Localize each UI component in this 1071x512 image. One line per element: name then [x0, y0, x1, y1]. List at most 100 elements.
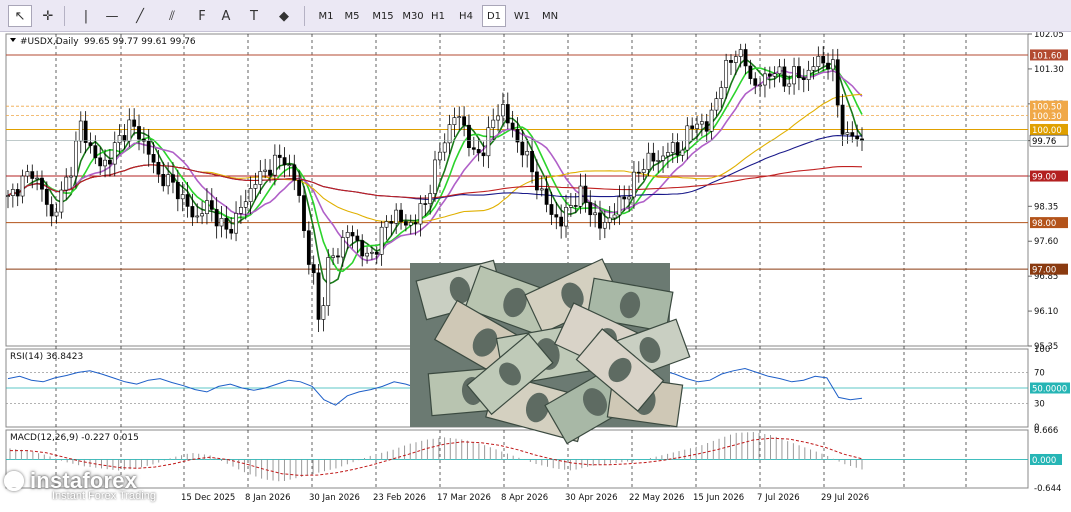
cursor-icon: ↖ — [14, 8, 26, 24]
candle-body — [787, 83, 792, 87]
candle-body — [185, 194, 190, 207]
candle-body — [690, 125, 695, 129]
candle-body — [753, 78, 758, 86]
candle-body — [292, 164, 297, 181]
text-label-tool-button[interactable]: T — [242, 5, 266, 27]
shapes-tool-button[interactable]: ◆ — [272, 5, 296, 27]
candle-body — [69, 175, 73, 178]
toolbar: ↖ ✛ | — ╱ ⫽ F A T ◆ M1 M5 M15 M30 H1 H4 D1 W1 MN — [0, 0, 1071, 32]
candle-body — [20, 175, 25, 197]
candle-body — [578, 185, 583, 207]
candle-body — [234, 213, 238, 234]
level-tag-text: 100.30 — [1032, 112, 1062, 122]
text-tool-button[interactable]: A — [214, 5, 238, 27]
candle-body — [59, 189, 64, 213]
candle-body — [564, 207, 568, 227]
candle-body — [525, 151, 530, 156]
vertical-line-icon: | — [83, 8, 89, 24]
rsi-mid-tag-text: 50.0000 — [1032, 385, 1067, 395]
candle-body — [350, 232, 355, 237]
candle-body — [166, 174, 171, 187]
last-price-text: 99.76 — [1032, 137, 1056, 147]
timeframe-m15-button[interactable]: M15 — [368, 5, 398, 27]
candle-body — [374, 251, 379, 255]
rsi-label: RSI(14) 36.8423 — [10, 352, 83, 362]
macd-label: MACD(12,26,9) -0.227 0.015 — [10, 433, 139, 443]
timeframe-w1-button[interactable]: W1 — [510, 5, 534, 27]
x-tick-label: 17 Mar 2026 — [437, 493, 491, 503]
candle-body — [239, 207, 243, 214]
candle-body — [568, 205, 573, 208]
rsi-y-tick-label: 70 — [1034, 368, 1045, 378]
candle-body — [64, 176, 69, 191]
candle-body — [384, 221, 389, 228]
candle-body — [175, 182, 180, 200]
candle-body — [433, 159, 437, 194]
candle-body — [748, 65, 753, 79]
x-tick-label: 15 Jun 2026 — [693, 493, 744, 503]
macd-panel-frame — [5, 429, 1029, 489]
candle-body — [675, 142, 680, 156]
macd-y-tick-label: 0.666 — [1034, 426, 1058, 436]
price-chart: 102.05101.30100.5599.0098.3597.6096.8596… — [5, 32, 1070, 503]
vertical-line-tool-button[interactable]: | — [74, 5, 98, 27]
channel-tool-button[interactable]: ⫽ — [160, 5, 184, 27]
rsi-y-tick-label: 30 — [1034, 400, 1045, 410]
candle-body — [326, 257, 331, 306]
candle-body — [452, 117, 457, 125]
candle-body — [98, 157, 103, 167]
candle-body — [622, 196, 627, 200]
candle-body — [544, 188, 549, 205]
timeframe-h4-button[interactable]: H4 — [454, 5, 478, 27]
timeframe-mn-button[interactable]: MN — [538, 5, 562, 27]
macd-y-tick-label: -0.644 — [1034, 484, 1061, 494]
banknotes-photo — [410, 258, 691, 445]
candle-body — [370, 251, 374, 254]
candle-body — [190, 206, 195, 218]
candle-body — [413, 222, 418, 225]
candle-body — [107, 159, 112, 165]
timeframe-m1-button[interactable]: M1 — [314, 5, 338, 27]
timeframe-h1-button[interactable]: H1 — [426, 5, 450, 27]
y-tick-label: 102.05 — [1034, 32, 1064, 40]
candle-body — [714, 98, 719, 111]
candle-body — [806, 69, 811, 80]
x-tick-label: 30 Apr 2026 — [565, 493, 618, 503]
candle-body — [733, 56, 738, 63]
candle-body — [471, 147, 476, 150]
timeframe-m5-button[interactable]: M5 — [340, 5, 364, 27]
x-tick-label: 23 Feb 2026 — [373, 493, 426, 503]
crosshair-tool-button[interactable]: ✛ — [36, 5, 60, 27]
candle-body — [243, 201, 248, 208]
timeframe-m30-button[interactable]: M30 — [398, 5, 428, 27]
cursor-tool-button[interactable]: ↖ — [8, 5, 32, 27]
x-tick-label: 22 May 2026 — [629, 493, 684, 503]
candle-body — [25, 171, 30, 177]
candle-body — [559, 216, 564, 227]
x-tick-label: 8 Jan 2026 — [245, 493, 291, 503]
candle-body — [549, 204, 554, 215]
crosshair-icon: ✛ — [42, 8, 54, 24]
timeframe-d1-button[interactable]: D1 — [482, 5, 506, 27]
candle-body — [209, 200, 214, 210]
candle-body — [127, 119, 132, 142]
candle-body — [423, 203, 428, 205]
candle-body — [767, 73, 772, 77]
candle-body — [78, 120, 83, 142]
candle-body — [821, 56, 826, 64]
candle-body — [583, 185, 588, 203]
trendline-tool-button[interactable]: ╱ — [128, 5, 152, 27]
candle-body — [534, 171, 539, 191]
candle-body — [205, 200, 209, 214]
candle-body — [840, 104, 845, 135]
toolbar-separator — [64, 6, 65, 26]
y-tick-label: 98.35 — [1034, 202, 1058, 212]
horizontal-line-tool-button[interactable]: — — [100, 5, 124, 27]
candle-body — [646, 152, 651, 170]
candle-body — [229, 228, 234, 234]
candle-body — [830, 59, 835, 70]
candle-body — [641, 169, 646, 173]
candle-body — [195, 215, 200, 218]
candle-body — [408, 222, 413, 226]
fibonacci-tool-button[interactable]: F — [190, 5, 214, 27]
